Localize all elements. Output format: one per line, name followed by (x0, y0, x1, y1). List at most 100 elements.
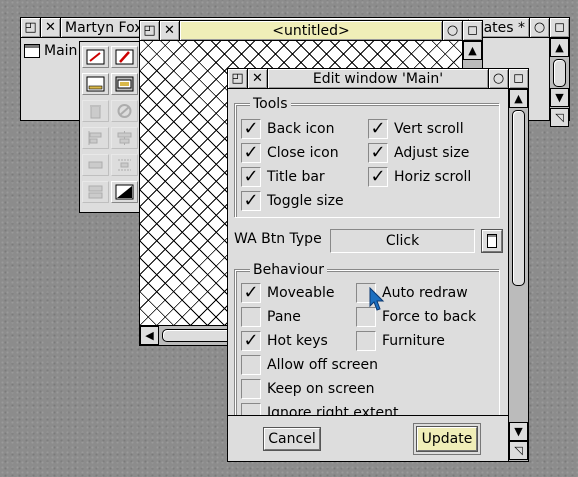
back-icon[interactable]: ◰ (228, 69, 248, 88)
update-button[interactable]: Update (417, 427, 477, 451)
option-pane[interactable]: Pane (241, 306, 301, 328)
templates-item-label: Main (44, 43, 78, 59)
menu-icon (487, 234, 497, 248)
check-icon[interactable]: ✓ (368, 167, 388, 187)
templates-vscroll-thumb[interactable] (553, 59, 566, 87)
close-icon[interactable]: ✕ (41, 18, 61, 37)
tool-window-red-icon[interactable] (82, 46, 109, 68)
iconise-icon[interactable]: ○ (529, 18, 549, 37)
toggle-size-icon[interactable]: ◻ (462, 21, 482, 40)
edit-vscroll[interactable]: ▲ ▼ ◹ (508, 89, 528, 461)
option-label: Hot keys (267, 333, 328, 349)
edit-title-bar[interactable]: ◰ ✕ Edit window 'Main' ○ ◻ (228, 69, 528, 89)
option-moveable[interactable]: ✓ Moveable (241, 282, 335, 304)
check-icon[interactable]: ✓ (368, 143, 388, 163)
edit-content: Tools ✓ Back icon ✓ Vert scroll ✓ Close … (228, 89, 508, 415)
space-v-icon (111, 154, 138, 176)
scroll-up-icon[interactable]: ▲ (463, 41, 482, 60)
option-label: Vert scroll (394, 121, 464, 137)
resize-icon (82, 181, 109, 203)
check-icon[interactable]: ✓ (241, 167, 261, 187)
edit-title[interactable]: Edit window 'Main' (268, 69, 488, 88)
toolbox-pane (79, 41, 141, 213)
check-icon[interactable]: ✓ (241, 331, 261, 351)
space-h-icon (82, 154, 109, 176)
option-label: Furniture (382, 333, 445, 349)
adjust-size-icon[interactable]: ◹ (550, 108, 569, 127)
option-label: Allow off screen (267, 357, 379, 373)
edit-window: ◰ ✕ Edit window 'Main' ○ ◻ Tools ✓ Back … (227, 68, 529, 462)
forbidden-icon (111, 100, 138, 122)
wa-btn-type-field: Click (330, 229, 475, 253)
option-label: Horiz scroll (394, 169, 472, 185)
option-label: Title bar (267, 169, 325, 185)
checkbox-empty[interactable] (241, 403, 261, 415)
untitled-hscroll-thumb[interactable] (162, 329, 232, 342)
option-title-bar[interactable]: ✓ Title bar (241, 166, 325, 188)
toggle-size-icon[interactable]: ◻ (549, 18, 569, 37)
option-label: Back icon (267, 121, 335, 137)
option-label: Pane (267, 309, 301, 325)
templates-vscroll[interactable]: ▲ ▼ ◹ (549, 38, 569, 127)
option-ignore-right-extent[interactable]: Ignore right extent (241, 402, 398, 415)
colour-icon[interactable] (111, 181, 138, 203)
scroll-up-icon[interactable]: ▲ (509, 89, 528, 108)
check-icon[interactable]: ✓ (241, 191, 261, 211)
edit-vscroll-thumb[interactable] (512, 110, 525, 286)
scroll-up-icon[interactable]: ▲ (550, 38, 569, 57)
check-icon[interactable]: ✓ (241, 119, 261, 139)
option-label: Moveable (267, 285, 335, 301)
toggle-size-icon[interactable]: ◻ (508, 69, 528, 88)
check-icon[interactable]: ✓ (241, 283, 261, 303)
option-label: Force to back (382, 309, 477, 325)
option-close-icon[interactable]: ✓ Close icon (241, 142, 339, 164)
untitled-title-bar[interactable]: ◰ ✕ <untitled> ○ ◻ (140, 21, 482, 41)
option-allow-off-screen[interactable]: Allow off screen (241, 354, 378, 376)
option-toggle-size[interactable]: ✓ Toggle size (241, 190, 344, 212)
option-horiz-scroll[interactable]: ✓ Horiz scroll (368, 166, 471, 188)
iconise-icon[interactable]: ○ (442, 21, 462, 40)
option-label: Adjust size (394, 145, 470, 161)
option-vert-scroll[interactable]: ✓ Vert scroll (368, 118, 464, 140)
wa-btn-type-menu-button[interactable] (482, 230, 502, 252)
option-keep-on-screen[interactable]: Keep on screen (241, 378, 374, 400)
check-icon[interactable]: ✓ (241, 143, 261, 163)
tool-pen-icon[interactable] (111, 46, 138, 68)
option-furniture[interactable]: Furniture (356, 330, 445, 352)
checkbox-empty[interactable] (356, 331, 376, 351)
mouse-pointer-icon (369, 287, 385, 311)
checkbox-empty[interactable] (241, 379, 261, 399)
scroll-down-icon[interactable]: ▼ (550, 88, 569, 107)
scroll-down-icon[interactable]: ▼ (509, 422, 528, 441)
close-icon[interactable]: ✕ (248, 69, 268, 88)
wa-btn-type-label: WA Btn Type (234, 231, 322, 247)
option-label: Ignore right extent (267, 405, 399, 415)
option-label: Toggle size (267, 193, 344, 209)
checkbox-empty[interactable] (241, 307, 261, 327)
close-icon[interactable]: ✕ (160, 21, 180, 40)
option-back-icon[interactable]: ✓ Back icon (241, 118, 334, 140)
checkbox-empty[interactable] (241, 355, 261, 375)
untitled-title[interactable]: <untitled> (180, 21, 442, 40)
behaviour-group-label: Behaviour (250, 262, 328, 278)
window-file-icon (24, 44, 40, 58)
trash-icon (82, 100, 109, 122)
check-icon[interactable]: ✓ (368, 119, 388, 139)
tool-ruler-icon[interactable] (82, 73, 109, 95)
iconise-icon[interactable]: ○ (488, 69, 508, 88)
option-adjust-size[interactable]: ✓ Adjust size (368, 142, 469, 164)
templates-item-main[interactable]: Main (24, 43, 77, 59)
option-hot-keys[interactable]: ✓ Hot keys (241, 330, 328, 352)
tools-group-label: Tools (250, 96, 291, 112)
back-icon[interactable]: ◰ (140, 21, 160, 40)
cancel-button[interactable]: Cancel (264, 428, 320, 450)
option-label: Close icon (267, 145, 339, 161)
scroll-left-icon[interactable]: ◀ (140, 326, 159, 345)
adjust-size-icon[interactable]: ◹ (509, 441, 528, 460)
option-label: Keep on screen (267, 381, 375, 397)
tool-frame-icon[interactable] (111, 73, 138, 95)
align-left-icon (82, 127, 109, 149)
option-label: Auto redraw (382, 285, 468, 301)
edit-action-pane: Cancel Update (228, 415, 508, 461)
back-icon[interactable]: ◰ (21, 18, 41, 37)
